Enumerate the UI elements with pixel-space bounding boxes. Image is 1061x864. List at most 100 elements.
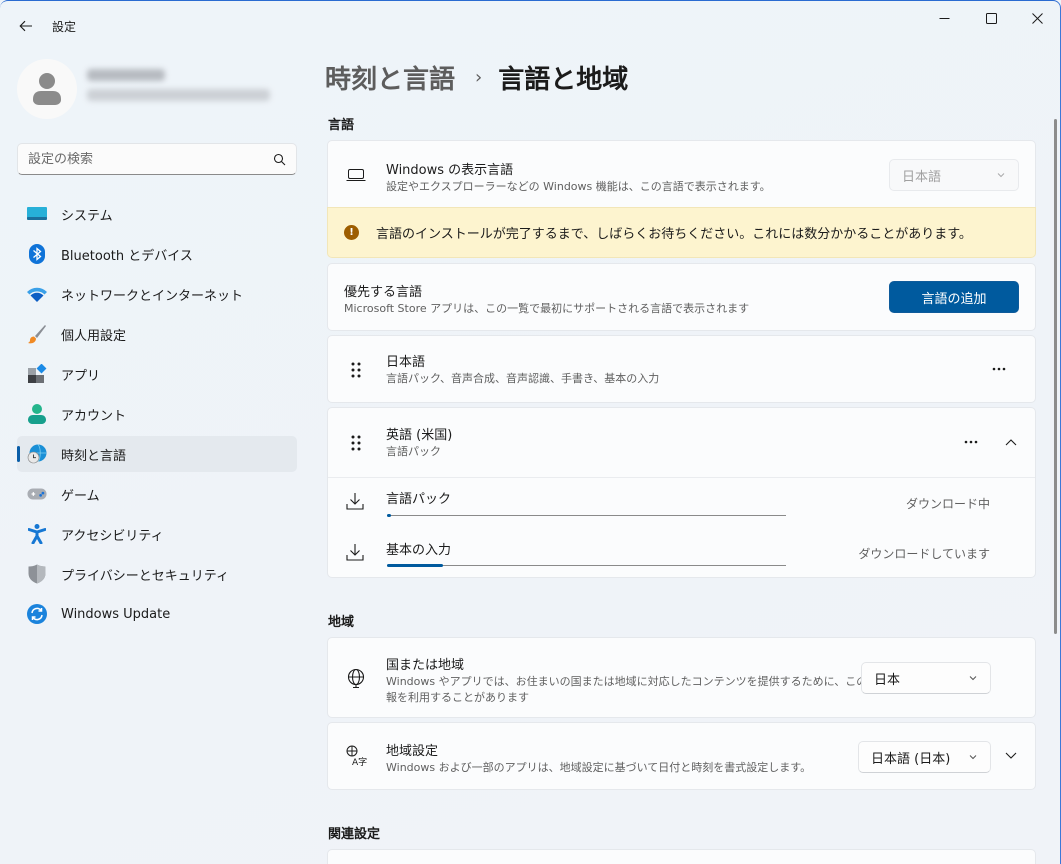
add-language-button[interactable]: 言語の追加 bbox=[889, 281, 1019, 313]
language-name: 日本語 bbox=[386, 355, 426, 370]
chevron-down-icon bbox=[969, 676, 977, 681]
country-region-card: 国または地域 Windows やアプリでは、お住まいの国または地域に対応したコン… bbox=[327, 637, 1036, 718]
settings-window: 設定 システム Bluetooth とデバイス bbox=[0, 0, 1061, 864]
gamepad-icon bbox=[27, 484, 47, 504]
download-icon bbox=[344, 490, 366, 512]
dropdown-value: 日本語 (日本) bbox=[871, 751, 951, 767]
sidebar-item-time-language[interactable]: 時刻と言語 bbox=[17, 436, 297, 472]
more-icon bbox=[992, 367, 1006, 371]
related-settings-card[interactable] bbox=[327, 849, 1036, 864]
system-icon bbox=[27, 204, 47, 224]
section-title-language: 言語 bbox=[328, 118, 355, 133]
preferred-languages-title: 優先する言語 bbox=[344, 285, 423, 300]
download-label: 言語パック bbox=[386, 492, 452, 507]
install-warning-banner: ! 言語のインストールが完了するまで、しばらくお待ちください。これには数分かかる… bbox=[327, 207, 1036, 258]
sidebar-item-windows-update[interactable]: Windows Update bbox=[17, 596, 297, 632]
display-language-dropdown[interactable]: 日本語 bbox=[889, 159, 1019, 191]
download-status: ダウンロード中 bbox=[905, 497, 990, 511]
sidebar-item-personalization[interactable]: 個人用設定 bbox=[17, 316, 297, 352]
country-region-desc-line1: Windows やアプリでは、お住まいの国または地域に対応したコンテンツを提供す… bbox=[386, 675, 879, 688]
search-icon bbox=[273, 153, 286, 165]
sidebar-item-network[interactable]: ネットワークとインターネット bbox=[17, 276, 297, 312]
download-status: ダウンロードしています bbox=[858, 547, 990, 561]
display-language-title: Windows の表示言語 bbox=[386, 163, 514, 178]
sidebar-item-label: 個人用設定 bbox=[61, 328, 127, 344]
maximize-button[interactable] bbox=[968, 1, 1014, 35]
time-language-icon bbox=[27, 444, 47, 464]
scrollbar[interactable] bbox=[1054, 119, 1057, 634]
sidebar-item-label: Windows Update bbox=[61, 606, 171, 622]
shield-icon bbox=[27, 564, 47, 584]
country-region-title: 国または地域 bbox=[386, 658, 465, 673]
preferred-languages-desc: Microsoft Store アプリは、この一覧で最初にサポートされる言語で表… bbox=[344, 302, 750, 315]
update-icon bbox=[27, 604, 47, 624]
sidebar-item-accounts[interactable]: アカウント bbox=[17, 396, 297, 432]
language-name: 英語 (米国) bbox=[386, 428, 453, 443]
dropdown-value: 日本語 bbox=[902, 169, 942, 185]
country-region-dropdown[interactable]: 日本 bbox=[861, 662, 991, 694]
breadcrumb-parent[interactable]: 時刻と言語 bbox=[325, 59, 455, 96]
language-pack-progress-bar bbox=[387, 514, 786, 517]
minimize-icon bbox=[939, 17, 949, 19]
avatar bbox=[17, 59, 77, 119]
language-region-icon: A字 bbox=[345, 745, 367, 767]
sidebar-item-label: システム bbox=[61, 208, 113, 224]
progress-fill bbox=[387, 564, 443, 567]
regional-format-card: A字 地域設定 Windows および一部のアプリは、地域設定に基づいて日付と時… bbox=[327, 722, 1036, 790]
progress-track bbox=[387, 565, 786, 566]
user-profile[interactable] bbox=[17, 59, 307, 121]
globe-icon bbox=[345, 667, 367, 689]
sidebar-nav: システム Bluetooth とデバイス ネットワークとインターネット 個人用設… bbox=[17, 196, 297, 636]
svg-text:A字: A字 bbox=[352, 756, 367, 767]
sidebar-item-apps[interactable]: アプリ bbox=[17, 356, 297, 392]
sidebar-item-label: プライバシーとセキュリティ bbox=[61, 568, 229, 584]
sidebar-item-label: アプリ bbox=[61, 368, 101, 384]
sidebar-item-privacy[interactable]: プライバシーとセキュリティ bbox=[17, 556, 297, 592]
basic-typing-progress-bar bbox=[387, 564, 786, 567]
back-button[interactable] bbox=[12, 13, 40, 39]
chevron-down-icon bbox=[1005, 752, 1017, 759]
banner-text: 言語のインストールが完了するまで、しばらくお待ちください。これには数分かかること… bbox=[376, 227, 972, 242]
progress-fill bbox=[387, 514, 391, 517]
expand-button[interactable] bbox=[997, 742, 1025, 770]
drag-handle-icon[interactable] bbox=[348, 360, 364, 380]
country-region-desc-line2: 報を利用することがあります bbox=[386, 691, 529, 704]
close-button[interactable] bbox=[1014, 1, 1060, 35]
brush-icon bbox=[27, 324, 47, 344]
settings-search[interactable] bbox=[17, 143, 297, 175]
chevron-up-icon bbox=[1005, 439, 1017, 446]
divider bbox=[328, 477, 1035, 478]
accessibility-icon bbox=[27, 524, 47, 544]
sidebar-item-label: 時刻と言語 bbox=[61, 448, 127, 464]
sidebar-item-label: ゲーム bbox=[61, 488, 100, 504]
app-title: 設定 bbox=[52, 20, 77, 34]
language-features: 言語パック bbox=[386, 445, 441, 458]
sidebar-item-system[interactable]: システム bbox=[17, 196, 297, 232]
warning-icon: ! bbox=[344, 225, 359, 240]
language-item-japanese[interactable]: 日本語 言語パック、音声合成、音声認識、手書き、基本の入力 bbox=[327, 335, 1036, 403]
sidebar-item-label: ネットワークとインターネット bbox=[61, 288, 244, 304]
sidebar-item-bluetooth[interactable]: Bluetooth とデバイス bbox=[17, 236, 297, 272]
maximize-icon bbox=[985, 12, 997, 24]
search-input[interactable] bbox=[28, 151, 273, 167]
chevron-down-icon bbox=[969, 755, 977, 760]
regional-format-dropdown[interactable]: 日本語 (日本) bbox=[858, 741, 991, 773]
dropdown-value: 日本 bbox=[874, 672, 901, 688]
close-icon bbox=[1031, 12, 1043, 24]
drag-handle-icon[interactable] bbox=[348, 433, 364, 453]
laptop-icon bbox=[345, 164, 367, 186]
title-bar: 設定 bbox=[0, 1, 1060, 49]
back-arrow-icon bbox=[19, 20, 32, 32]
more-options-button[interactable] bbox=[984, 355, 1014, 383]
display-language-desc: 設定やエクスプローラーなどの Windows 機能は、この言語で表示されます。 bbox=[386, 180, 771, 193]
minimize-button[interactable] bbox=[921, 1, 967, 35]
collapse-button[interactable] bbox=[997, 428, 1025, 456]
sidebar-item-accessibility[interactable]: アクセシビリティ bbox=[17, 516, 297, 552]
progress-track bbox=[387, 515, 786, 516]
language-features: 言語パック、音声合成、音声認識、手書き、基本の入力 bbox=[386, 372, 660, 385]
sidebar-item-gaming[interactable]: ゲーム bbox=[17, 476, 297, 512]
breadcrumb: 時刻と言語 › 言語と地域 bbox=[325, 59, 628, 96]
more-options-button[interactable] bbox=[956, 428, 986, 456]
breadcrumb-separator: › bbox=[475, 67, 483, 88]
more-icon bbox=[964, 440, 978, 444]
